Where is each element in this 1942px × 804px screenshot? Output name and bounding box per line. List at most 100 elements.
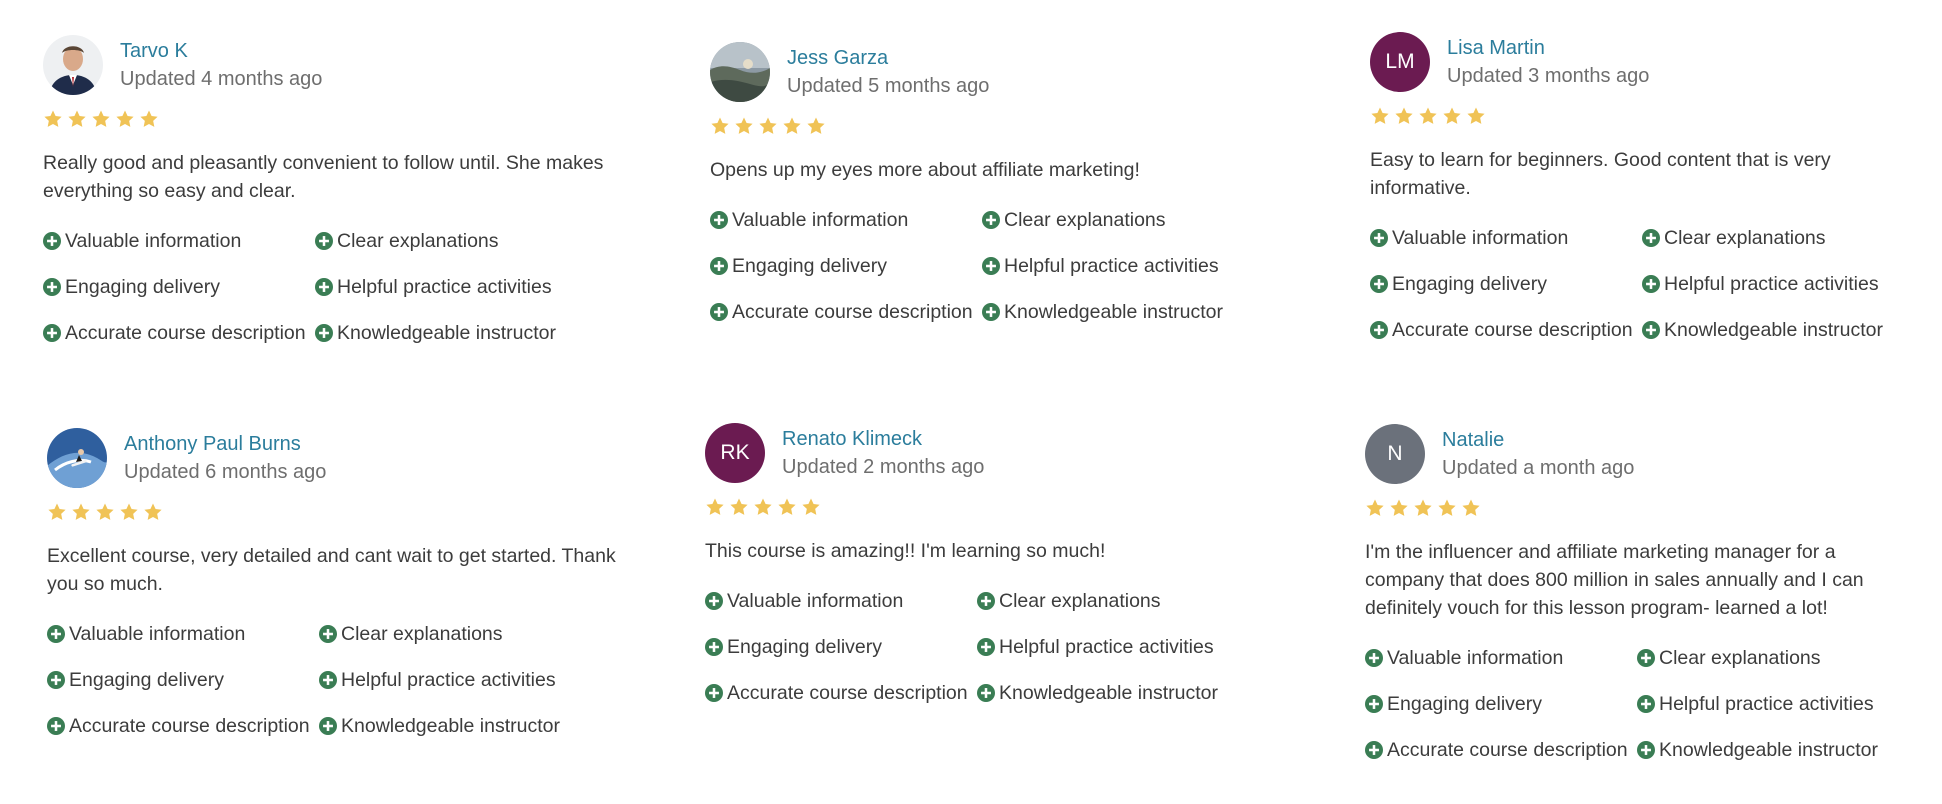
- tag-label: Clear explanations: [1004, 209, 1166, 231]
- star-rating: [43, 109, 643, 133]
- tag-label: Engaging delivery: [1392, 273, 1548, 295]
- star-icon: [143, 502, 163, 522]
- star-icon: [710, 116, 730, 136]
- plus-circle-icon: [977, 638, 995, 656]
- tag-label: Engaging delivery: [727, 636, 883, 658]
- tag-label: Accurate course description: [732, 301, 973, 323]
- reviewer-name-link[interactable]: Tarvo K: [120, 39, 322, 63]
- review-comment: Easy to learn for beginners. Good conten…: [1370, 149, 1831, 199]
- tag-knowledgeable-instructor: Knowledgeable instructor: [1642, 316, 1922, 344]
- tag-label: Valuable information: [69, 623, 246, 645]
- tag-label: Accurate course description: [69, 715, 310, 737]
- updated-time: Updated 3 months ago: [1447, 64, 1650, 87]
- reviewer-header: Tarvo K Updated 4 months ago: [43, 35, 643, 95]
- star-rating: [1370, 106, 1942, 130]
- avatar[interactable]: LM: [1370, 32, 1430, 92]
- tag-label: Accurate course description: [1392, 319, 1633, 341]
- updated-time: Updated 5 months ago: [787, 74, 990, 97]
- reviewer-name-link[interactable]: Anthony Paul Burns: [124, 432, 326, 456]
- star-icon: [95, 502, 115, 522]
- avatar[interactable]: [43, 35, 103, 95]
- tag-clear-explanations: Clear explanations: [1637, 644, 1917, 672]
- star-icon: [71, 502, 91, 522]
- reviewer-info: Jess Garza Updated 5 months ago: [787, 46, 989, 99]
- plus-circle-icon: [1642, 229, 1660, 247]
- reviewer-header: Anthony Paul Burns Updated 6 months ago: [47, 428, 647, 488]
- plus-circle-icon: [705, 592, 723, 610]
- plus-circle-icon: [710, 303, 728, 321]
- plus-circle-icon: [315, 232, 333, 250]
- plus-circle-icon: [1642, 275, 1660, 293]
- star-icon: [1461, 498, 1481, 518]
- reviewer-name-link[interactable]: Natalie: [1442, 428, 1634, 452]
- tag-clear-explanations: Clear explanations: [315, 227, 595, 255]
- plus-circle-icon: [977, 684, 995, 702]
- reviewer-header: RK Renato Klimeck Updated 2 months ago: [705, 423, 1305, 483]
- star-icon: [67, 109, 87, 129]
- star-icon: [119, 502, 139, 522]
- star-icon: [705, 497, 725, 517]
- tag-helpful-practice-activities: Helpful practice activities: [977, 633, 1257, 661]
- review-comment: This course is amazing!! I'm learning so…: [705, 540, 1106, 562]
- review-card: Anthony Paul Burns Updated 6 months ago …: [47, 428, 647, 740]
- plus-circle-icon: [1637, 649, 1655, 667]
- reviewer-name-link[interactable]: Renato Klimeck: [782, 427, 984, 451]
- plus-circle-icon: [1370, 275, 1388, 293]
- tag-label: Valuable information: [727, 590, 904, 612]
- tag-accurate-course-description: Accurate course description: [705, 679, 977, 707]
- review-tags: Valuable information Clear explanations …: [1370, 224, 1942, 344]
- tag-valuable-information: Valuable information: [1365, 644, 1637, 672]
- plus-circle-icon: [1370, 229, 1388, 247]
- plus-circle-icon: [1370, 321, 1388, 339]
- plus-circle-icon: [43, 278, 61, 296]
- avatar[interactable]: RK: [705, 423, 765, 483]
- tag-accurate-course-description: Accurate course description: [47, 712, 319, 740]
- review-tags: Valuable information Clear explanations …: [1365, 644, 1942, 764]
- star-rating: [710, 116, 1310, 140]
- plus-circle-icon: [319, 671, 337, 689]
- tag-label: Accurate course description: [65, 322, 306, 344]
- tag-engaging-delivery: Engaging delivery: [705, 633, 977, 661]
- plus-circle-icon: [1365, 649, 1383, 667]
- tag-clear-explanations: Clear explanations: [1642, 224, 1922, 252]
- tag-label: Engaging delivery: [65, 276, 221, 298]
- star-icon: [1370, 106, 1390, 126]
- tag-engaging-delivery: Engaging delivery: [47, 666, 319, 694]
- reviewer-header: Jess Garza Updated 5 months ago: [710, 42, 1310, 102]
- review-comment: I'm the influencer and affiliate marketi…: [1365, 541, 1864, 619]
- avatar-initials: N: [1387, 442, 1403, 465]
- review-comment: Really good and pleasantly convenient to…: [43, 152, 604, 202]
- star-icon: [139, 109, 159, 129]
- review-tags: Valuable information Clear explanations …: [705, 587, 1305, 707]
- tag-accurate-course-description: Accurate course description: [1370, 316, 1642, 344]
- tag-label: Valuable information: [732, 209, 909, 231]
- avatar-initials: LM: [1385, 50, 1415, 73]
- star-icon: [1389, 498, 1409, 518]
- tag-label: Valuable information: [1387, 647, 1564, 669]
- tag-label: Knowledgeable instructor: [1004, 301, 1223, 323]
- reviewer-name-link[interactable]: Lisa Martin: [1447, 36, 1649, 60]
- review-card: RK Renato Klimeck Updated 2 months ago T…: [705, 423, 1305, 707]
- tag-label: Knowledgeable instructor: [337, 322, 556, 344]
- tag-accurate-course-description: Accurate course description: [710, 298, 982, 326]
- star-icon: [753, 497, 773, 517]
- tag-helpful-practice-activities: Helpful practice activities: [982, 252, 1262, 280]
- plus-circle-icon: [982, 257, 1000, 275]
- tag-label: Helpful practice activities: [999, 636, 1214, 658]
- star-icon: [758, 116, 778, 136]
- tag-helpful-practice-activities: Helpful practice activities: [319, 666, 599, 694]
- avatar[interactable]: N: [1365, 424, 1425, 484]
- plus-circle-icon: [43, 232, 61, 250]
- plus-circle-icon: [47, 625, 65, 643]
- tag-accurate-course-description: Accurate course description: [1365, 736, 1637, 764]
- tag-engaging-delivery: Engaging delivery: [43, 273, 315, 301]
- star-icon: [47, 502, 67, 522]
- avatar[interactable]: [47, 428, 107, 488]
- review-card: LM Lisa Martin Updated 3 months ago Easy…: [1370, 32, 1942, 344]
- star-icon: [806, 116, 826, 136]
- avatar[interactable]: [710, 42, 770, 102]
- reviewer-name-link[interactable]: Jess Garza: [787, 46, 989, 70]
- tag-label: Engaging delivery: [1387, 693, 1543, 715]
- star-icon: [801, 497, 821, 517]
- star-icon: [91, 109, 111, 129]
